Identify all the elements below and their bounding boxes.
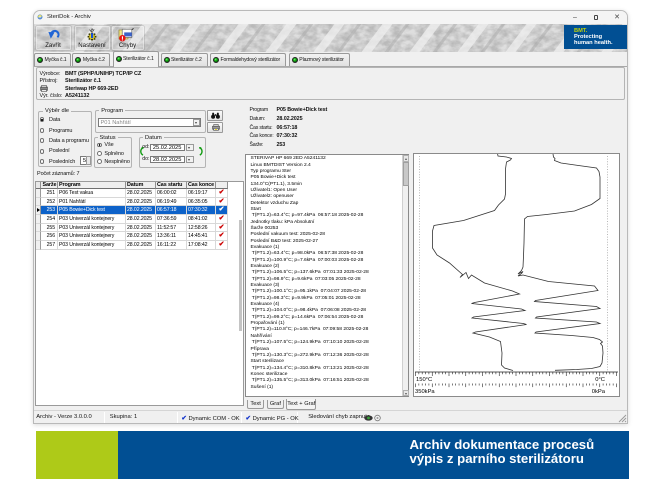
- svg-text:350kPa: 350kPa: [415, 389, 435, 395]
- svg-text:150°C: 150°C: [416, 377, 432, 383]
- svg-text:0°C: 0°C: [595, 377, 605, 383]
- svg-text:0kPa: 0kPa: [591, 389, 605, 395]
